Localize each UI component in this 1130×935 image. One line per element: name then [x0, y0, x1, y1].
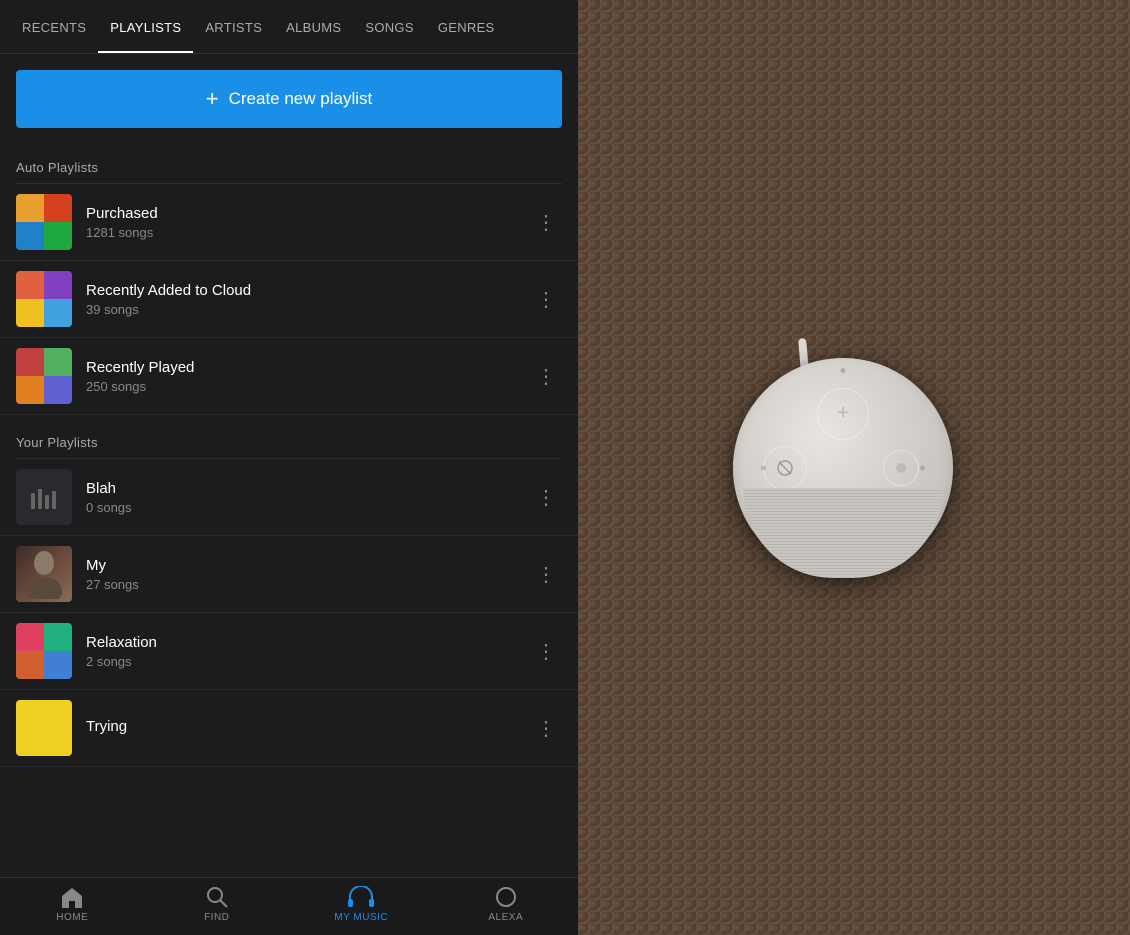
alexa-icon: [495, 886, 517, 908]
playlist-name-recently-played: Recently Played: [86, 359, 516, 376]
playlist-thumb-purchased: [16, 194, 72, 250]
your-playlists-label: Your Playlists: [0, 423, 578, 458]
playlist-count-purchased: 1281 songs: [86, 225, 516, 240]
search-icon: [206, 886, 228, 908]
playlist-info-trying: Trying: [86, 718, 516, 738]
playlist-thumb-my: [16, 546, 72, 602]
led-top: [841, 368, 846, 373]
person-silhouette-icon: [24, 549, 64, 599]
playlist-info-recently-added: Recently Added to Cloud 39 songs: [86, 282, 516, 317]
more-button-recently-added[interactable]: ⋮: [530, 281, 562, 318]
playlist-item-trying[interactable]: Trying ⋮: [0, 690, 578, 767]
more-button-recently-played[interactable]: ⋮: [530, 358, 562, 395]
more-button-relaxation[interactable]: ⋮: [530, 633, 562, 670]
app-panel: RECENTS PLAYLISTS ARTISTS ALBUMS SONGS G…: [0, 0, 578, 935]
playlist-count-blah: 0 songs: [86, 500, 516, 515]
auto-playlists-label: Auto Playlists: [0, 148, 578, 183]
playlist-thumb-relaxation: [16, 623, 72, 679]
playlist-info-relaxation: Relaxation 2 songs: [86, 634, 516, 669]
playlist-item-relaxation[interactable]: Relaxation 2 songs ⋮: [0, 613, 578, 690]
nav-songs[interactable]: SONGS: [353, 0, 425, 53]
nav-albums[interactable]: ALBUMS: [274, 0, 353, 53]
playlist-item-blah[interactable]: Blah 0 songs ⋮: [0, 459, 578, 536]
more-button-trying[interactable]: ⋮: [530, 710, 562, 747]
my-music-label: MY MUSIC: [334, 912, 388, 923]
echo-fabric-ring: [743, 488, 943, 578]
photo-panel: + −: [578, 0, 1130, 935]
headphones-icon: [348, 886, 374, 908]
alexa-label: ALEXA: [488, 912, 523, 923]
bottom-nav-my-music[interactable]: MY MUSIC: [289, 886, 434, 923]
mute-button[interactable]: [763, 446, 807, 490]
playlist-item-recently-added[interactable]: Recently Added to Cloud 39 songs ⋮: [0, 261, 578, 338]
playlist-name-recently-added: Recently Added to Cloud: [86, 282, 516, 299]
playlist-item-my[interactable]: My 27 songs ⋮: [0, 536, 578, 613]
playlist-item-purchased[interactable]: Purchased 1281 songs ⋮: [0, 184, 578, 261]
more-button-blah[interactable]: ⋮: [530, 479, 562, 516]
create-playlist-label: Create new playlist: [229, 89, 373, 109]
action-button[interactable]: [883, 450, 919, 486]
home-icon: [60, 886, 84, 908]
playlist-thumb-recently-played: [16, 348, 72, 404]
mute-icon: [776, 459, 794, 477]
bottom-nav-find[interactable]: FIND: [145, 886, 290, 923]
music-bars-icon: [29, 485, 59, 509]
playlist-name-my: My: [86, 557, 516, 574]
playlist-info-purchased: Purchased 1281 songs: [86, 205, 516, 240]
plus-icon: +: [206, 88, 219, 110]
nav-genres[interactable]: GENRES: [426, 0, 507, 53]
playlist-name-purchased: Purchased: [86, 205, 516, 222]
nav-playlists[interactable]: PLAYLISTS: [98, 0, 193, 53]
playlist-thumb-recently-added: [16, 271, 72, 327]
bottom-nav: HOME FIND MY MUSIC ALEXA: [0, 877, 578, 935]
playlist-count-my: 27 songs: [86, 577, 516, 592]
playlist-thumb-blah: [16, 469, 72, 525]
playlist-count-recently-added: 39 songs: [86, 302, 516, 317]
bottom-nav-home[interactable]: HOME: [0, 886, 145, 923]
playlist-thumb-trying: [16, 700, 72, 756]
home-label: HOME: [56, 912, 88, 923]
nav-recents[interactable]: RECENTS: [10, 0, 98, 53]
playlist-info-recently-played: Recently Played 250 songs: [86, 359, 516, 394]
bottom-nav-alexa[interactable]: ALEXA: [434, 886, 579, 923]
playlist-count-recently-played: 250 songs: [86, 379, 516, 394]
more-button-purchased[interactable]: ⋮: [530, 204, 562, 241]
top-nav: RECENTS PLAYLISTS ARTISTS ALBUMS SONGS G…: [0, 0, 578, 54]
playlist-name-trying: Trying: [86, 718, 516, 735]
create-playlist-button[interactable]: + Create new playlist: [16, 70, 562, 128]
playlist-count-relaxation: 2 songs: [86, 654, 516, 669]
more-button-my[interactable]: ⋮: [530, 556, 562, 593]
volume-up-button[interactable]: +: [817, 388, 869, 440]
playlist-name-relaxation: Relaxation: [86, 634, 516, 651]
echo-dot-device: + −: [733, 358, 953, 578]
playlist-info-my: My 27 songs: [86, 557, 516, 592]
playlist-name-blah: Blah: [86, 480, 516, 497]
nav-artists[interactable]: ARTISTS: [193, 0, 274, 53]
find-label: FIND: [204, 912, 229, 923]
playlist-info-blah: Blah 0 songs: [86, 480, 516, 515]
content-scroll: + Create new playlist Auto Playlists Pur…: [0, 54, 578, 877]
echo-dot-container: + −: [733, 358, 953, 578]
playlist-item-recently-played[interactable]: Recently Played 250 songs ⋮: [0, 338, 578, 415]
